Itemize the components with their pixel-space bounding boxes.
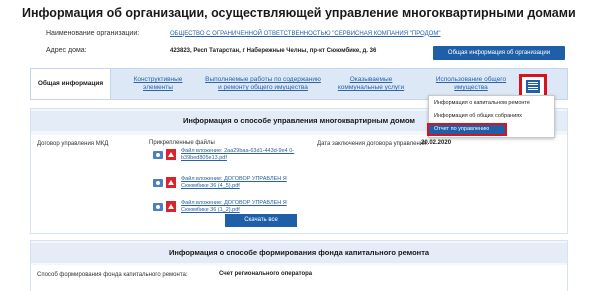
tab-structural-elements[interactable]: Конструктивные элементы bbox=[127, 69, 189, 99]
address-label: Адрес дома: bbox=[46, 47, 87, 54]
menu-item-capital-repair[interactable]: Информация о капитальном ремонте bbox=[434, 100, 530, 106]
files-label: Прикрепленные файлы bbox=[149, 140, 215, 146]
menu-item-management-report[interactable]: Отчет по управлению bbox=[427, 123, 507, 136]
hamburger-menu-icon bbox=[526, 79, 540, 93]
tab-utility-services[interactable]: Оказываемые коммунальные услуги bbox=[331, 69, 411, 99]
pdf-icon bbox=[166, 201, 176, 212]
tab-maintenance-works[interactable]: Выполняемые работы по содержанию и ремон… bbox=[203, 69, 323, 99]
pdf-icon bbox=[166, 177, 176, 188]
file-item: Файл вложение: ДОГОВОР УПРАВЛЕН Я Сююмби… bbox=[153, 176, 293, 198]
contract-date-value: 20.02.2020 bbox=[421, 140, 452, 146]
fund-method-label: Способ формирования фонда капитального р… bbox=[37, 272, 188, 278]
pdf-icon bbox=[166, 149, 176, 160]
contract-label: Договор управления МКД bbox=[37, 141, 109, 147]
preview-icon[interactable] bbox=[153, 151, 163, 159]
management-body: Договор управления МКД Прикрепленные фай… bbox=[31, 135, 567, 233]
org-name-row: Наименование организации: ОБЩЕСТВО С ОГР… bbox=[0, 30, 600, 40]
fund-method-value: Счет регионального оператора bbox=[219, 271, 313, 277]
capital-repair-panel: Информация о способе формирования фонда … bbox=[30, 240, 568, 291]
org-name-link[interactable]: ОБЩЕСТВО С ОГРАНИЧЕННОЙ ОТВЕТСТВЕННОСТЬЮ… bbox=[170, 31, 440, 37]
download-all-button[interactable]: Скачать все bbox=[225, 214, 297, 227]
preview-icon[interactable] bbox=[153, 179, 163, 187]
file-link[interactable]: Файл вложение: ДОГОВОР УПРАВЛЕН Я Сююмби… bbox=[181, 176, 296, 191]
org-name-label: Наименование организации: bbox=[46, 30, 140, 37]
tab-general-info[interactable]: Общая информация bbox=[31, 69, 111, 99]
file-link[interactable]: Файл вложение: ДОГОВОР УПРАВЛЕН Я Сююмби… bbox=[181, 200, 296, 215]
capital-repair-header: Информация о способе формирования фонда … bbox=[31, 243, 567, 263]
general-info-button[interactable]: Общая информация об организации bbox=[433, 46, 565, 60]
capital-repair-body: Способ формирования фонда капитального р… bbox=[31, 265, 567, 291]
file-link[interactable]: Файл вложение: 2aa29baa-63d1-443d-9e4 0-… bbox=[181, 148, 296, 163]
menu-item-management-report-label: Отчет по управлению bbox=[434, 126, 490, 132]
menu-dropdown: Информация о капитальном ремонте Информа… bbox=[427, 95, 555, 138]
page-title: Информация об организации, осуществляюще… bbox=[22, 6, 576, 20]
preview-icon[interactable] bbox=[153, 203, 163, 211]
menu-item-general-meetings[interactable]: Информация об общих собраниях bbox=[434, 113, 522, 119]
file-item: Файл вложение: 2aa29baa-63d1-443d-9e4 0-… bbox=[153, 148, 296, 170]
address-value: 423823, Респ Татарстан, г Набережные Чел… bbox=[170, 47, 377, 54]
contract-date-label: Дата заключения договора управления: bbox=[317, 141, 429, 147]
